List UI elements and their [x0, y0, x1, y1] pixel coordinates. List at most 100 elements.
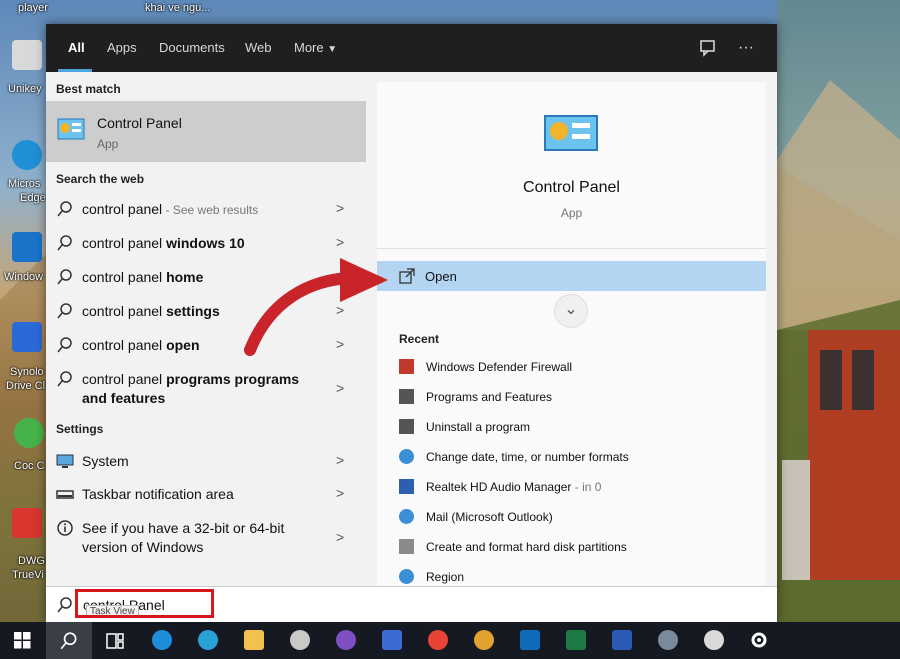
synology-icon[interactable]	[12, 322, 42, 352]
search-web-heading: Search the web	[56, 172, 145, 186]
taskbar-edge-button[interactable]	[184, 622, 230, 659]
caret-down-icon: ▼	[327, 44, 338, 55]
taskbar-word-button[interactable]	[598, 622, 644, 659]
tab-web[interactable]: Web	[245, 24, 272, 72]
chevron-right-icon[interactable]: >	[336, 380, 344, 396]
chevron-right-icon[interactable]: >	[336, 529, 344, 545]
recent-heading: Recent	[399, 332, 440, 346]
recent-item[interactable]: Uninstall a program	[399, 417, 759, 437]
tab-all[interactable]: All	[68, 24, 85, 72]
web-result-text: control panel - See web results	[82, 200, 258, 220]
taskbar-chrome2-button[interactable]	[460, 622, 506, 659]
taskbar-settings2-button[interactable]	[736, 622, 782, 659]
info-icon	[57, 520, 73, 536]
taskbar-viber-button[interactable]	[322, 622, 368, 659]
chrome-profile-icon	[474, 630, 494, 650]
taskbar-chrome-button[interactable]	[414, 622, 460, 659]
windows-icon[interactable]	[12, 232, 42, 262]
desktop-label-file[interactable]: khai ve ngu...	[145, 2, 210, 14]
audio-manager-icon	[399, 479, 414, 494]
monitor-icon	[56, 454, 74, 468]
web-result-bold: windows 10	[166, 235, 245, 251]
mail-icon	[399, 509, 414, 524]
coccoc-icon[interactable]	[14, 418, 44, 448]
unikey-icon[interactable]	[12, 40, 42, 70]
chevron-right-icon[interactable]: >	[336, 234, 344, 250]
taskbar-paint-button[interactable]	[276, 622, 322, 659]
ellipsis-icon[interactable]: ···	[736, 38, 756, 58]
start-button[interactable]	[0, 622, 46, 659]
recent-item-text: Uninstall a program	[426, 420, 531, 434]
web-result-text: control panel home	[82, 268, 203, 287]
tab-more[interactable]: More ▼	[294, 24, 337, 72]
desktop-label-player[interactable]: player	[18, 2, 48, 14]
settings-result-row[interactable]: System >	[46, 452, 366, 480]
chevron-right-icon[interactable]: >	[336, 200, 344, 216]
chevron-right-icon[interactable]: >	[336, 452, 344, 468]
desktop-label-coccoc[interactable]: Coc C	[14, 460, 45, 472]
desktop-label-edge[interactable]: Edge	[20, 192, 46, 204]
expand-chevron-icon[interactable]: ⌄	[554, 294, 588, 328]
search-icon	[57, 269, 72, 285]
search-icon	[57, 597, 72, 613]
settings-result-row[interactable]: Taskbar notification area >	[46, 485, 366, 513]
taskbar-ie-button[interactable]	[138, 622, 184, 659]
edge-icon[interactable]	[12, 140, 42, 170]
programs-icon	[399, 389, 414, 404]
recent-item-label: Realtek HD Audio Manager	[426, 480, 572, 494]
tab-documents[interactable]: Documents	[159, 24, 225, 72]
windows-logo-icon	[14, 632, 31, 649]
settings-result-text: See if you have a 32-bit or 64-bit versio…	[82, 519, 284, 557]
recent-item[interactable]: Programs and Features	[399, 387, 759, 407]
desktop-label-synolo[interactable]: Synolo	[10, 366, 44, 378]
taskbar-remote-button[interactable]	[368, 622, 414, 659]
feedback-icon[interactable]	[698, 38, 718, 58]
remote-desktop-icon	[382, 630, 402, 650]
taskbar-settings-button[interactable]	[644, 622, 690, 659]
recent-item[interactable]: Change date, time, or number formats	[399, 447, 759, 467]
web-result-row[interactable]: control panel programs programs and featu…	[46, 370, 366, 410]
taskbar-paint3d-button[interactable]	[690, 622, 736, 659]
recent-item[interactable]: Mail (Microsoft Outlook)	[399, 507, 759, 527]
desktop-label-window[interactable]: Window	[4, 271, 43, 283]
taskbar-icon	[56, 490, 74, 499]
settings-heading: Settings	[56, 422, 104, 436]
task-view-button[interactable]	[92, 622, 138, 659]
best-match-result[interactable]: Control Panel App	[46, 101, 366, 162]
word-icon	[612, 630, 632, 650]
open-action[interactable]: Open	[377, 261, 766, 291]
search-icon	[57, 337, 72, 353]
web-result-prefix: control panel	[82, 235, 167, 251]
taskbar-excel-button[interactable]	[552, 622, 598, 659]
web-result-bold: programs programs	[166, 371, 300, 387]
settings-result-text: Taskbar notification area	[82, 486, 234, 502]
desktop-label-drive[interactable]: Drive Cl	[6, 380, 45, 392]
web-result-row[interactable]: control panel - See web results >	[46, 200, 366, 228]
desktop-label-truevi[interactable]: TrueVi	[12, 569, 44, 581]
web-result-bold: settings	[166, 303, 220, 319]
recent-item-hint: - in 0	[571, 480, 602, 494]
desktop-label-micros[interactable]: Micros	[8, 178, 40, 190]
edge-icon	[198, 630, 218, 650]
preview-subtitle: App	[560, 206, 583, 220]
tab-more-label: More	[294, 40, 324, 55]
tab-apps[interactable]: Apps	[107, 24, 137, 72]
recent-item[interactable]: Region	[399, 567, 759, 587]
recent-item[interactable]: Create and format hard disk partitions	[399, 537, 759, 557]
desktop-label-dwg[interactable]: DWG	[18, 555, 45, 567]
taskbar-outlook-button[interactable]	[506, 622, 552, 659]
taskbar-search-button[interactable]	[46, 622, 92, 659]
search-icon	[57, 371, 72, 387]
chevron-right-icon[interactable]: >	[336, 485, 344, 501]
recent-item-text: Create and format hard disk partitions	[426, 540, 627, 554]
recent-item-text: Realtek HD Audio Manager - in 0	[426, 480, 601, 494]
preview-divider	[377, 248, 766, 249]
desktop-label-unikey[interactable]: Unikey	[8, 83, 42, 95]
settings-result-line2: version of Windows	[82, 539, 204, 555]
taskbar-explorer-button[interactable]	[230, 622, 276, 659]
recent-item[interactable]: Realtek HD Audio Manager - in 0	[399, 477, 759, 497]
settings-result-row[interactable]: See if you have a 32-bit or 64-bit versio…	[46, 519, 366, 559]
gear-icon	[751, 632, 767, 648]
recent-item[interactable]: Windows Defender Firewall	[399, 357, 759, 377]
dwg-icon[interactable]	[12, 508, 42, 538]
